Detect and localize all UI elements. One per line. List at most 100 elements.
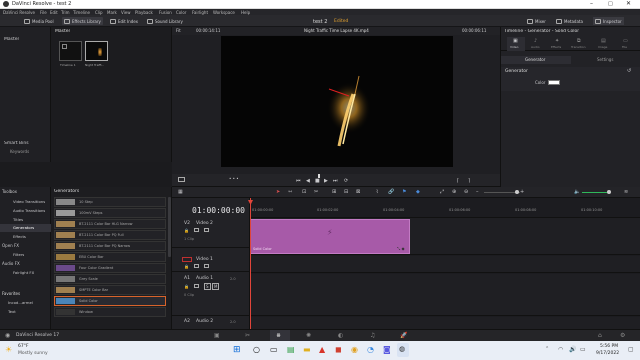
zoom-detail-icon[interactable]: ⊕ xyxy=(452,189,456,195)
track-lane-a2[interactable] xyxy=(250,317,640,329)
volume-slider[interactable] xyxy=(582,192,608,193)
viewer-options-icon[interactable] xyxy=(178,177,185,182)
tray-chevron-icon[interactable]: ⌃ xyxy=(545,346,549,352)
weather-icon[interactable]: ☀ xyxy=(5,345,12,354)
tab-audio[interactable]: ♪ Audio xyxy=(528,37,546,51)
sound-library-button[interactable]: Sound Library xyxy=(147,17,183,25)
solid-color-clip[interactable]: ⚡ Solid Color ⤡ ◆ xyxy=(250,219,410,254)
effects-item[interactable]: Titles xyxy=(13,217,23,222)
list-scrollbar[interactable] xyxy=(168,197,171,257)
zoom-full-icon[interactable]: ⤢ xyxy=(440,189,444,195)
smart-bin-keywords[interactable]: Keywords xyxy=(10,149,29,154)
dynamic-trim-icon[interactable]: ⊡ xyxy=(302,189,306,195)
effects-library-button[interactable]: Effects Library xyxy=(62,17,103,25)
playhead-line[interactable] xyxy=(250,198,251,329)
source-patch-v1[interactable] xyxy=(182,257,192,262)
speaker-icon[interactable]: 🔈 xyxy=(574,189,580,195)
office-icon[interactable]: ◼ xyxy=(335,345,342,354)
track-lane-v1[interactable] xyxy=(250,256,640,273)
subtab-settings[interactable]: Settings xyxy=(571,56,640,64)
zoom-slider-knob[interactable] xyxy=(515,190,519,194)
blade-tool-icon[interactable]: ✂ xyxy=(314,189,318,195)
wifi-icon[interactable]: ◠ xyxy=(558,346,563,353)
audio-meter-icon[interactable]: ≋ xyxy=(624,189,628,195)
trim-tool-icon[interactable]: ⇿ xyxy=(288,189,292,195)
edit-page-button[interactable]: ⧻ xyxy=(270,330,290,341)
play-icon[interactable]: ▶ xyxy=(324,178,328,184)
mark-in-icon[interactable]: ⌈ xyxy=(457,178,459,184)
layout-icon[interactable]: ▦ xyxy=(178,189,183,195)
favorites-header[interactable]: Favorites xyxy=(2,291,20,296)
track-header-v1[interactable]: Video 1 🔒 xyxy=(172,256,250,272)
lock-icon[interactable]: 🔒 xyxy=(184,264,189,269)
tab-file[interactable]: ▭ File xyxy=(617,37,635,51)
loop-icon[interactable]: ⟳ xyxy=(344,178,348,184)
track-header-v2[interactable]: V2 Video 2 🔒 1 Clip xyxy=(172,218,250,248)
volume-slider-knob[interactable] xyxy=(607,190,611,194)
generator-item[interactable]: Grey Scale xyxy=(54,274,166,284)
teams-icon[interactable]: ◙ xyxy=(383,345,391,354)
stop-icon[interactable]: ■ xyxy=(315,178,320,184)
effects-item-selected[interactable]: Generators xyxy=(0,224,51,232)
start-icon[interactable]: ⊞ xyxy=(233,345,241,355)
selection-tool-icon[interactable]: ➤ xyxy=(276,189,280,195)
minimize-button[interactable]: – xyxy=(590,0,593,7)
effects-item[interactable]: Video Transitions xyxy=(13,199,45,204)
favorite-item[interactable]: Incod...armel xyxy=(8,300,33,305)
clock-time[interactable]: 5:56 PM xyxy=(600,344,618,349)
fairlight-page-icon[interactable]: ♫ xyxy=(370,332,375,339)
bin-master[interactable]: Master xyxy=(4,37,19,42)
skip-start-icon[interactable]: ⏮ xyxy=(296,178,301,184)
color-page-icon[interactable]: ◐ xyxy=(338,332,343,339)
generator-item[interactable]: BT.2111 Color Bar HLG Narrow xyxy=(54,219,166,229)
lock-icon[interactable]: 🔒 xyxy=(184,284,189,289)
zoom-out-icon[interactable]: – xyxy=(476,189,479,195)
favorite-item[interactable]: Text xyxy=(8,309,16,314)
audio-fx-header[interactable]: Audio FX xyxy=(2,261,20,266)
volume-icon[interactable]: 🔊 xyxy=(569,346,576,353)
clock-date[interactable]: 9/17/2022 xyxy=(596,351,619,356)
generator-item[interactable]: Solid Color xyxy=(54,296,166,306)
track-header-a1[interactable]: A1 Audio 1 🔒 S M 0 Clip 2.0 xyxy=(172,274,250,316)
viewer-zoom[interactable]: Fit xyxy=(176,28,181,33)
generator-item[interactable]: Window xyxy=(54,307,166,317)
inspector-button[interactable]: Inspector xyxy=(593,17,624,25)
track-lane-a1[interactable] xyxy=(250,274,640,316)
track-header-a2[interactable]: A2 Audio 2 2.0 xyxy=(172,317,250,329)
reset-icon[interactable]: ↺ xyxy=(627,68,631,74)
timeline-ruler[interactable]: 01:00:00:00 01:00:02:00 01:00:04:00 01:0… xyxy=(250,198,640,218)
generator-item[interactable]: SMPTE Color Bar xyxy=(54,285,166,295)
play-reverse-icon[interactable]: ◀ xyxy=(306,178,310,184)
tab-image[interactable]: ▤ Image xyxy=(595,37,613,51)
insert-clip-icon[interactable]: ⊞ xyxy=(332,189,336,195)
battery-icon[interactable]: ▭ xyxy=(580,346,586,353)
tab-transition[interactable]: ⧉ Transition xyxy=(571,37,591,51)
enable-track-icon[interactable] xyxy=(204,264,209,268)
tab-effects[interactable]: ✦ Effects xyxy=(549,37,567,51)
chrome-icon[interactable]: ◉ xyxy=(351,345,358,354)
mute-button[interactable]: M xyxy=(212,283,220,290)
effects-item[interactable]: Filters xyxy=(13,252,24,257)
generator-item[interactable]: BT.2111 Color Bar PQ Narrow xyxy=(54,241,166,251)
media-clip-night-traffic[interactable] xyxy=(85,41,108,61)
fusion-page-icon[interactable]: ✺ xyxy=(306,332,311,339)
enable-track-icon[interactable] xyxy=(204,228,209,232)
auto-select-icon[interactable] xyxy=(194,264,199,268)
effects-item[interactable]: Audio Transitions xyxy=(13,208,45,213)
media-page-icon[interactable]: ▣ xyxy=(214,332,220,339)
toolbox-header[interactable]: Toolbox xyxy=(2,189,17,194)
replace-clip-icon[interactable]: ⊠ xyxy=(356,189,360,195)
open-fx-header[interactable]: Open FX xyxy=(2,243,19,248)
generator-item[interactable]: BT.2111 Color Bar PQ Full xyxy=(54,230,166,240)
edge-icon[interactable]: ◔ xyxy=(367,345,374,354)
skip-end-icon[interactable]: ⏭ xyxy=(333,178,338,184)
settings-icon[interactable]: ⚙ xyxy=(620,332,625,339)
excel-icon[interactable]: ▤ xyxy=(287,345,295,354)
media-clip-timeline[interactable] xyxy=(59,41,82,61)
auto-select-icon[interactable] xyxy=(194,284,199,288)
overwrite-clip-icon[interactable]: ⊟ xyxy=(344,189,348,195)
mixer-button[interactable]: Mixer xyxy=(527,17,546,25)
task-view-icon[interactable]: ▭ xyxy=(270,345,278,354)
link-icon[interactable]: 🔗 xyxy=(388,189,394,195)
notification-icon[interactable]: ▢ xyxy=(628,346,634,353)
